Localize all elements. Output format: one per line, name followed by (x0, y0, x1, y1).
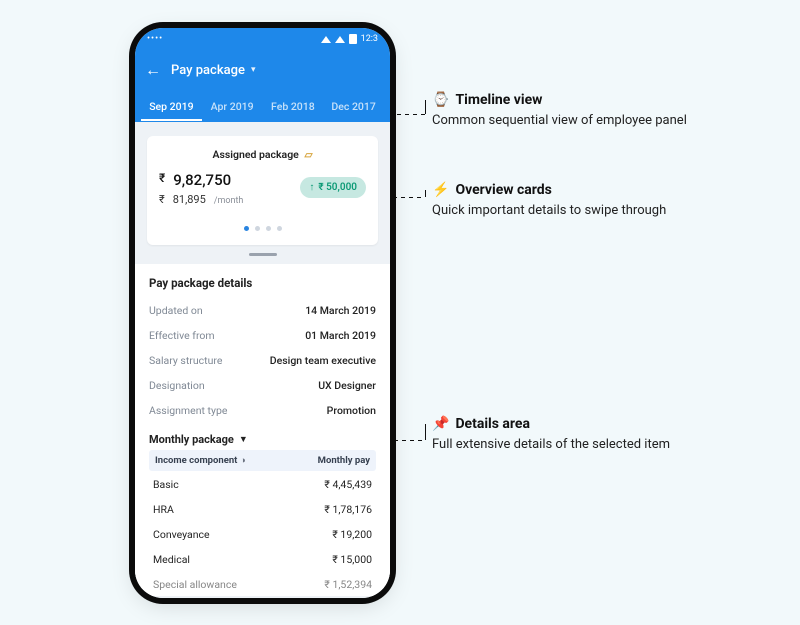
card-title: Assigned package ▱ (159, 148, 366, 161)
signal-icon (321, 36, 331, 43)
detail-row: Salary structureDesign team executive (149, 348, 376, 373)
monthly-amount: 81,895 (173, 193, 206, 206)
phone-mock: •••• 12:3 ← Pay package ▾ Sep 2019 Apr 2… (135, 28, 390, 598)
arrow-up-icon: ↑ (309, 182, 314, 193)
back-icon[interactable]: ← (145, 62, 161, 78)
package-icon: ▱ (304, 148, 312, 161)
card-pager[interactable] (159, 216, 366, 235)
shield-icon: ◑ (240, 456, 245, 466)
month-suffix: /month (214, 196, 244, 206)
tab-sep-2019[interactable]: Sep 2019 (141, 92, 202, 121)
annotation-details: 📌Details area Full extensive details of … (432, 416, 742, 455)
notification-dots: •••• (147, 34, 163, 44)
watch-icon: ⌚ (432, 92, 449, 108)
chevron-down-icon: ▼ (239, 434, 248, 445)
table-row: Medical₹ 15,000 (149, 546, 376, 571)
tab-apr-2019[interactable]: Apr 2019 (202, 92, 263, 121)
tab-dec-2017[interactable]: Dec 2017 (323, 92, 384, 121)
drag-handle[interactable] (249, 253, 277, 256)
table-header: Income component◑ Monthly pay (149, 450, 376, 471)
chevron-down-icon: ▾ (251, 65, 256, 75)
pin-icon: 📌 (432, 416, 449, 432)
amount-block: ₹ 9,82,750 ₹ 81,895 /month (159, 171, 243, 206)
table-row: Basic₹ 4,45,439 (149, 471, 376, 496)
table-row: Special allowance₹ 1,52,394 (149, 571, 376, 596)
annotation-overview: ⚡Overview cards Quick important details … (432, 182, 742, 221)
clock: 12:3 (361, 34, 378, 44)
wifi-icon (335, 36, 345, 43)
monthly-package-toggle[interactable]: Monthly package ▼ (149, 433, 376, 446)
detail-row: DesignationUX Designer (149, 373, 376, 398)
detail-row: Updated on14 March 2019 (149, 298, 376, 323)
timeline-tabs: Sep 2019 Apr 2019 Feb 2018 Dec 2017 (135, 90, 390, 122)
rupee-icon: ₹ (159, 193, 165, 206)
annual-amount: 9,82,750 (173, 171, 231, 189)
details-heading: Pay package details (149, 276, 376, 290)
annotation-timeline: ⌚Timeline view Common sequential view of… (432, 92, 742, 131)
tab-feb-2018[interactable]: Feb 2018 (263, 92, 324, 121)
details-sheet: Pay package details Updated on14 March 2… (135, 264, 390, 596)
delta-value: ₹ 50,000 (318, 182, 357, 193)
battery-icon (349, 34, 357, 44)
rupee-icon: ₹ (159, 171, 165, 189)
app-bar: ← Pay package ▾ (135, 50, 390, 90)
page-title: Pay package (171, 63, 245, 78)
bolt-icon: ⚡ (432, 182, 449, 198)
detail-row: Assignment typePromotion (149, 398, 376, 423)
delta-chip: ↑ ₹ 50,000 (300, 177, 366, 198)
screen-body: Assigned package ▱ ₹ 9,82,750 ₹ 81,895 /… (135, 122, 390, 598)
appbar-title-dropdown[interactable]: Pay package ▾ (171, 63, 256, 78)
status-bar: •••• 12:3 (135, 28, 390, 50)
overview-card[interactable]: Assigned package ▱ ₹ 9,82,750 ₹ 81,895 /… (147, 136, 378, 245)
table-row: Conveyance₹ 19,200 (149, 521, 376, 546)
detail-row: Effective from01 March 2019 (149, 323, 376, 348)
table-row: HRA₹ 1,78,176 (149, 496, 376, 521)
